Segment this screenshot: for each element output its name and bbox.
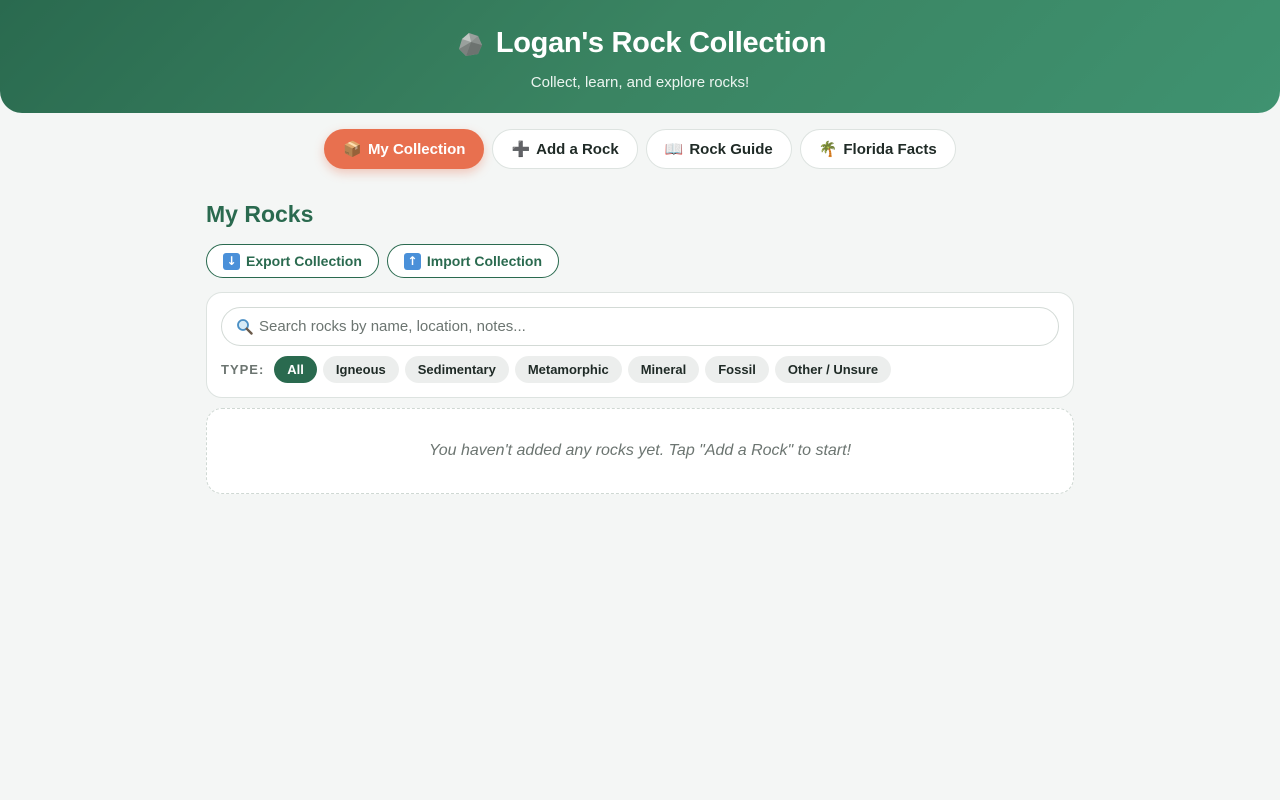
tab-florida-facts[interactable]: 🌴 Florida Facts bbox=[799, 129, 956, 169]
export-label: Export Collection bbox=[246, 253, 362, 269]
package-icon: 📦 bbox=[343, 140, 362, 158]
page-title: Logan's Rock Collection bbox=[0, 27, 1280, 60]
tab-add-a-rock[interactable]: ➕ Add a Rock bbox=[492, 129, 638, 169]
filter-card: TYPE: All Igneous Sedimentary Metamorphi… bbox=[206, 292, 1074, 398]
import-collection-button[interactable]: ↑ Import Collection bbox=[386, 244, 560, 278]
plus-icon: ➕ bbox=[511, 140, 531, 158]
header-title-text: Logan's Rock Collection bbox=[495, 27, 827, 59]
app-header: Logan's Rock Collection Collect, learn, … bbox=[0, 0, 1280, 113]
type-chip-igneous[interactable]: Igneous bbox=[322, 356, 399, 383]
type-chip-sedimentary[interactable]: Sedimentary bbox=[404, 356, 509, 383]
collection-panel: My Rocks ↓ Export Collection ↑ Import Co… bbox=[206, 200, 1074, 494]
tab-label: My Collection bbox=[367, 140, 466, 158]
type-chip-metamorphic[interactable]: Metamorphic bbox=[514, 356, 622, 383]
type-chip-fossil[interactable]: Fossil bbox=[705, 356, 769, 383]
type-filter-label: TYPE: bbox=[221, 362, 265, 377]
empty-state: You haven't added any rocks yet. Tap "Ad… bbox=[206, 408, 1074, 494]
export-collection-button[interactable]: ↓ Export Collection bbox=[206, 244, 379, 278]
type-chip-all[interactable]: All bbox=[274, 356, 317, 383]
type-chip-other-unsure[interactable]: Other / Unsure bbox=[774, 356, 892, 383]
empty-state-message: You haven't added any rocks yet. Tap "Ad… bbox=[428, 442, 852, 459]
tab-rock-guide[interactable]: 📖 Rock Guide bbox=[645, 129, 792, 169]
tab-my-collection[interactable]: 📦 My Collection bbox=[324, 129, 485, 169]
palm-tree-icon: 🌴 bbox=[818, 140, 838, 158]
import-label: Import Collection bbox=[426, 253, 543, 269]
tab-label: Add a Rock bbox=[536, 140, 619, 158]
type-filter-row: TYPE: All Igneous Sedimentary Metamorphi… bbox=[221, 356, 1059, 383]
import-export-row: ↓ Export Collection ↑ Import Collection bbox=[206, 244, 1074, 278]
upload-arrow-icon: ↑ bbox=[403, 252, 421, 270]
search-icon bbox=[237, 319, 253, 335]
type-chip-mineral[interactable]: Mineral bbox=[627, 356, 700, 383]
main-tabs: 📦 My Collection ➕ Add a Rock 📖 Rock Guid… bbox=[0, 129, 1280, 169]
rock-icon bbox=[458, 32, 482, 56]
header-subtitle: Collect, learn, and explore rocks! bbox=[530, 74, 750, 91]
tab-label: Rock Guide bbox=[689, 140, 773, 158]
tab-label: Florida Facts bbox=[843, 140, 937, 158]
book-icon: 📖 bbox=[664, 140, 684, 158]
section-title: My Rocks bbox=[206, 201, 314, 227]
search-input[interactable] bbox=[221, 307, 1059, 346]
search-wrapper bbox=[221, 307, 1059, 346]
download-arrow-icon: ↓ bbox=[223, 252, 240, 270]
